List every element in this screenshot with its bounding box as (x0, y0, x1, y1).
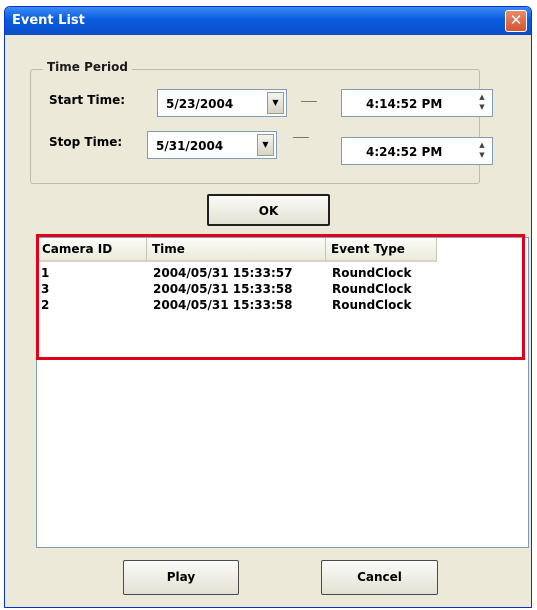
window-title: Event List (12, 13, 85, 28)
time-period-legend: Time Period (43, 60, 132, 74)
event-type-cell: RoundClock (332, 266, 412, 280)
start-date-value: 5/23/2004 (166, 97, 234, 111)
close-icon: ✕ (509, 11, 523, 29)
stop-time-value: 4:24:52 PM (366, 145, 443, 159)
start-time-label: Start Time: (49, 93, 126, 107)
stop-range-dash (293, 137, 309, 138)
start-time-field[interactable]: 4:14:52 PM ▲ ▼ (341, 89, 493, 117)
camera-id-cell: 2 (41, 298, 50, 312)
time-period-group (30, 69, 480, 184)
camera-id-cell: 3 (41, 282, 50, 296)
time-cell: 2004/05/31 15:33:58 (153, 282, 293, 296)
event-type-cell: RoundClock (332, 298, 412, 312)
stop-time-field[interactable]: 4:24:52 PM ▲ ▼ (341, 137, 493, 165)
start-date-picker[interactable]: 5/23/2004 ▼ (157, 89, 287, 117)
stop-time-label: Stop Time: (49, 135, 123, 149)
column-header-camera-id[interactable]: Camera ID (37, 238, 147, 262)
ok-button[interactable]: OK (207, 194, 330, 226)
column-header-event-type[interactable]: Event Type (326, 238, 437, 262)
spinner-icon[interactable]: ▲ ▼ (475, 92, 489, 114)
table-row[interactable]: 3 2004/05/31 15:33:58 RoundClock (37, 281, 528, 297)
camera-id-cell: 1 (41, 266, 50, 280)
start-time-value: 4:14:52 PM (366, 97, 443, 111)
list-header: Camera ID Time Event Type (37, 238, 528, 262)
table-row[interactable]: 1 2004/05/31 15:33:57 RoundClock (37, 265, 528, 281)
chevron-down-icon[interactable]: ▼ (257, 134, 274, 156)
spinner-icon[interactable]: ▲ ▼ (475, 140, 489, 162)
title-bar[interactable]: Event List ✕ (5, 7, 531, 35)
play-button[interactable]: Play (123, 560, 239, 595)
stop-date-picker[interactable]: 5/31/2004 ▼ (147, 131, 277, 159)
event-list-view[interactable]: Camera ID Time Event Type 1 2004/05/31 1… (36, 237, 529, 548)
stop-date-value: 5/31/2004 (156, 139, 224, 153)
table-row[interactable]: 2 2004/05/31 15:33:58 RoundClock (37, 297, 528, 313)
time-cell: 2004/05/31 15:33:58 (153, 298, 293, 312)
close-button[interactable]: ✕ (505, 10, 527, 32)
time-cell: 2004/05/31 15:33:57 (153, 266, 293, 280)
start-range-dash (301, 101, 317, 102)
chevron-down-icon[interactable]: ▼ (267, 92, 284, 114)
event-type-cell: RoundClock (332, 282, 412, 296)
event-list-window: Event List ✕ Time Period Start Time: 5/2… (4, 6, 532, 608)
cancel-button[interactable]: Cancel (321, 560, 438, 595)
column-header-time[interactable]: Time (147, 238, 326, 262)
